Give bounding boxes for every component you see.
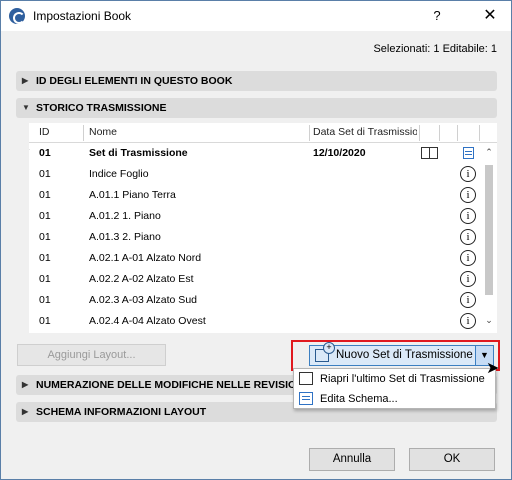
collapsed-triangle-icon: ▶ (22, 76, 29, 85)
row-name: A.02.3 A-03 Alzato Sud (89, 294, 197, 306)
column-separator[interactable] (309, 125, 310, 141)
section-numbering-label: NUMERAZIONE DELLE MODIFICHE NELLE REVISI… (36, 379, 297, 391)
table-header: ID Nome Data Set di Trasmissio (29, 123, 497, 143)
mouse-cursor-icon: ➤ (486, 360, 500, 377)
expanded-triangle-icon: ▼ (22, 103, 30, 112)
edit-schema-icon (299, 392, 313, 405)
row-name: A.02.2 A-02 Alzato Est (89, 273, 194, 285)
expanded-triangle-icon[interactable]: ▼ (29, 147, 31, 156)
reopen-set-icon (299, 372, 313, 385)
column-header-id[interactable]: ID (39, 126, 50, 138)
column-header-name[interactable]: Nome (89, 126, 117, 138)
close-button[interactable]: ✕ (479, 5, 501, 27)
section-ids-header[interactable]: ▶ ID DEGLI ELEMENTI IN QUESTO BOOK (16, 71, 497, 91)
column-separator[interactable] (479, 125, 480, 141)
column-separator[interactable] (419, 125, 420, 141)
row-id: 01 (39, 231, 51, 243)
help-button[interactable]: ? (426, 5, 448, 27)
row-name: A.02.1 A-01 Alzato Nord (89, 252, 202, 264)
new-set-dropdown-menu: Riapri l'ultimo Set di Trasmissione Edit… (293, 368, 496, 409)
new-transmission-set-button[interactable]: Nuovo Set di Trasmissione (309, 342, 476, 366)
column-separator[interactable] (457, 125, 458, 141)
row-name: A.02.4 A-04 Alzato Ovest (89, 315, 206, 327)
scroll-up-icon[interactable]: ⌃ (481, 147, 497, 158)
column-separator[interactable] (83, 125, 84, 141)
row-date: 12/10/2020 (313, 147, 366, 159)
table-row[interactable]: 01 A.01.2 1. Piano i (29, 206, 481, 227)
info-icon[interactable]: i (460, 292, 476, 308)
document-list-icon[interactable] (463, 147, 474, 159)
row-id: 01 (39, 189, 51, 201)
table-row[interactable]: 01 A.02.2 A-02 Alzato Est i (29, 269, 481, 290)
ok-button[interactable]: OK (409, 448, 495, 471)
table-row[interactable]: 01 Indice Foglio i (29, 164, 481, 185)
title-bar: Impostazioni Book ? ✕ (1, 1, 511, 31)
table-row[interactable]: 01 A.02.1 A-01 Alzato Nord i (29, 248, 481, 269)
selection-info: Selezionati: 1 Editabile: 1 (373, 43, 497, 55)
menu-item-label: Riapri l'ultimo Set di Trasmissione (320, 373, 485, 385)
book-icon[interactable] (421, 147, 438, 159)
info-icon[interactable]: i (460, 313, 476, 329)
scroll-thumb[interactable] (485, 165, 493, 295)
info-icon[interactable]: i (460, 187, 476, 203)
table-row[interactable]: 01 A.01.1 Piano Terra i (29, 185, 481, 206)
cancel-button[interactable]: Annulla (309, 448, 395, 471)
info-icon[interactable]: i (460, 250, 476, 266)
menu-item-label: Edita Schema... (320, 393, 398, 405)
row-name: A.01.3 2. Piano (89, 231, 161, 243)
info-icon[interactable]: i (460, 271, 476, 287)
row-id: 01 (39, 273, 51, 285)
info-icon[interactable]: i (460, 208, 476, 224)
row-name: Set di Trasmissione (89, 147, 188, 159)
info-icon[interactable]: i (460, 229, 476, 245)
table-row[interactable]: 01 A.01.3 2. Piano i (29, 227, 481, 248)
row-name: A.01.1 Piano Terra (89, 189, 176, 201)
section-history-header[interactable]: ▼ STORICO TRASMISSIONE (16, 98, 497, 118)
new-set-label: Nuovo Set di Trasmissione (336, 349, 473, 361)
collapsed-triangle-icon: ▶ (22, 407, 29, 416)
window-title: Impostazioni Book (33, 9, 132, 23)
row-id: 01 (39, 210, 51, 222)
section-history-label: STORICO TRASMISSIONE (36, 102, 167, 114)
menu-item-edit-schema[interactable]: Edita Schema... (294, 389, 495, 409)
row-id: 01 (39, 294, 51, 306)
table-row[interactable]: 01 A.02.4 A-04 Alzato Ovest i (29, 311, 481, 332)
column-header-date[interactable]: Data Set di Trasmissio (313, 126, 417, 138)
row-id: 01 (39, 147, 51, 159)
row-id: 01 (39, 168, 51, 180)
archicad-app-icon (9, 8, 25, 24)
table-row-set[interactable]: ▼ 01 Set di Trasmissione 12/10/2020 (29, 143, 481, 164)
scroll-down-icon[interactable]: ⌄ (481, 315, 497, 326)
menu-item-reopen-last-set[interactable]: Riapri l'ultimo Set di Trasmissione (294, 369, 495, 389)
section-schema-label: SCHEMA INFORMAZIONI LAYOUT (36, 406, 207, 418)
add-layout-button[interactable]: Aggiungi Layout... (17, 344, 166, 366)
book-settings-dialog: Impostazioni Book ? ✕ Selezionati: 1 Edi… (0, 0, 512, 480)
collapsed-triangle-icon: ▶ (22, 380, 29, 389)
column-separator[interactable] (439, 125, 440, 141)
section-ids-label: ID DEGLI ELEMENTI IN QUESTO BOOK (36, 75, 233, 87)
row-id: 01 (39, 252, 51, 264)
row-name: Indice Foglio (89, 168, 149, 180)
table-row[interactable]: 01 A.02.3 A-03 Alzato Sud i (29, 290, 481, 311)
transmission-table: ID Nome Data Set di Trasmissio ▼ 01 Set … (29, 123, 497, 333)
new-set-icon (315, 342, 335, 362)
info-icon[interactable]: i (460, 166, 476, 182)
row-id: 01 (39, 315, 51, 327)
row-name: A.01.2 1. Piano (89, 210, 161, 222)
vertical-scrollbar[interactable]: ⌃ ⌄ (481, 143, 497, 333)
